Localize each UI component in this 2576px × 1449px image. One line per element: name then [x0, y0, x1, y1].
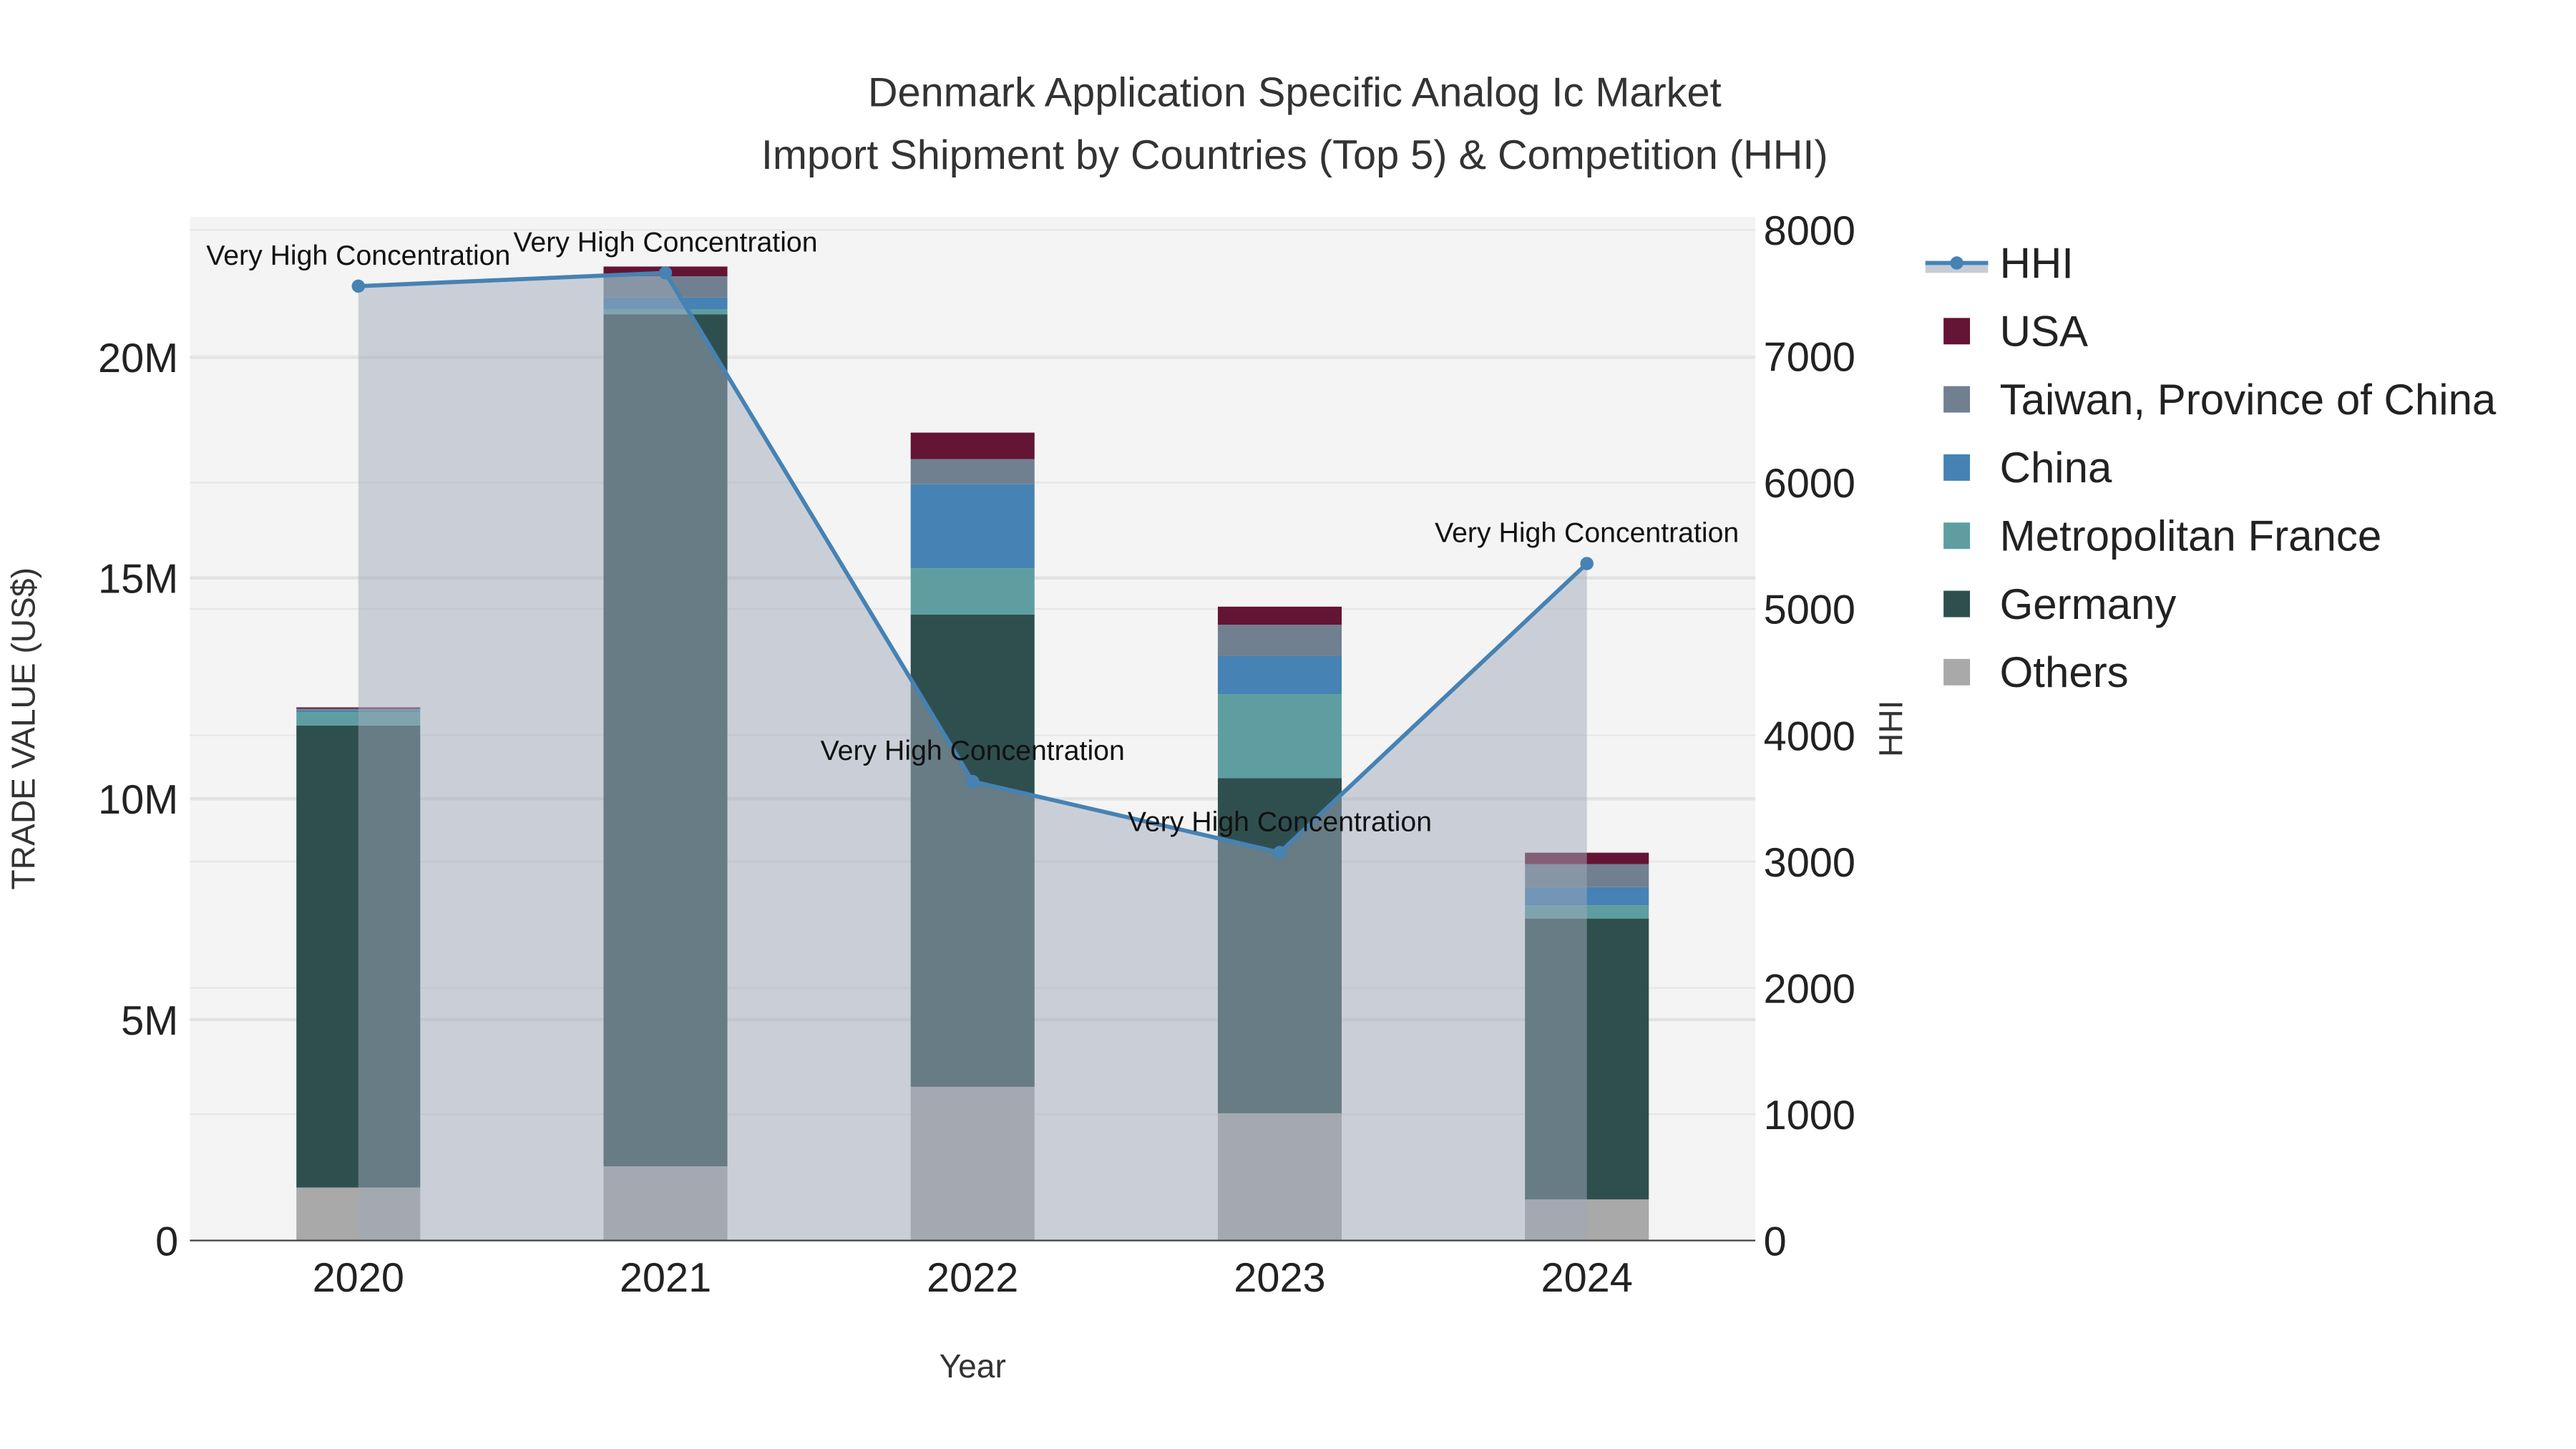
y-tick-label: 5M: [121, 998, 178, 1044]
bar-usa-2023: [1217, 606, 1342, 625]
y2-axis-title: HHI: [1872, 701, 1909, 757]
y2-tick-label: 1000: [1764, 1093, 1855, 1138]
hhi-annotation: Very High Concentration: [513, 226, 817, 258]
chart-title-line2: Import Shipment by Countries (Top 5) & C…: [761, 132, 1828, 178]
y2-tick-label: 2000: [1764, 966, 1855, 1012]
hhi-annotation: Very High Concentration: [206, 240, 510, 271]
bar-china-2023: [1217, 655, 1342, 695]
legend-swatch: [1943, 318, 1971, 345]
hhi-point-2023: [1273, 846, 1287, 859]
bar-taiwan-province-of-china-2023: [1217, 625, 1342, 656]
legend-swatch: [1943, 522, 1971, 550]
bar-taiwan-province-of-china-2022: [910, 459, 1035, 484]
bar-usa-2022: [910, 432, 1035, 459]
bar-metropolitan-france-2023: [1217, 694, 1342, 779]
hhi-point-2020: [351, 279, 365, 293]
y-axis-title: TRADE VALUE (US$): [4, 567, 42, 889]
legend-swatch: [1943, 590, 1971, 618]
hhi-annotation: Very High Concentration: [821, 735, 1125, 766]
hhi-point-2021: [658, 266, 673, 280]
y2-tick-label: 7000: [1764, 335, 1855, 381]
chart-title-line1: Denmark Application Specific Analog Ic M…: [868, 69, 1722, 115]
y2-tick-label: 0: [1764, 1219, 1787, 1264]
x-tick-label: 2022: [927, 1255, 1018, 1301]
legend-hhi-marker: [1950, 256, 1963, 270]
y2-tick-label: 4000: [1764, 713, 1855, 759]
hhi-annotation: Very High Concentration: [1128, 806, 1432, 837]
y2-tick-label: 8000: [1764, 208, 1855, 254]
legend-label: Taiwan, Province of China: [2000, 376, 2497, 424]
x-axis-title: Year: [940, 1347, 1006, 1385]
legend-label: China: [2000, 444, 2112, 492]
legend-label: HHI: [2000, 239, 2074, 287]
y-tick-label: 20M: [98, 336, 178, 381]
y-tick-label: 15M: [98, 556, 178, 602]
legend-swatch: [1943, 386, 1971, 413]
x-tick-label: 2020: [313, 1255, 404, 1301]
hhi-point-2022: [966, 774, 980, 789]
x-tick-label: 2024: [1541, 1255, 1633, 1301]
hhi-annotation: Very High Concentration: [1435, 517, 1739, 549]
legend: HHI USA Taiwan, Province of China China Metr…: [1925, 239, 2497, 696]
y-tick-label: 10M: [98, 777, 178, 823]
x-tick-label: 2021: [620, 1255, 711, 1301]
bar-china-2022: [910, 484, 1035, 569]
legend-label: Metropolitan France: [2000, 512, 2382, 560]
x-tick-label: 2023: [1234, 1255, 1325, 1301]
y2-tick-label: 3000: [1764, 840, 1855, 886]
legend-swatch: [1943, 658, 1971, 686]
legend-label: Others: [2000, 648, 2129, 696]
y2-tick-label: 5000: [1764, 587, 1855, 633]
bar-metropolitan-france-2022: [910, 568, 1035, 615]
chart: Very High Concentration Very High Concent…: [4, 69, 2497, 1385]
hhi-point-2024: [1580, 557, 1594, 570]
y-tick-label: 0: [155, 1219, 178, 1264]
legend-label: Germany: [2000, 580, 2177, 628]
legend-swatch: [1943, 454, 1971, 481]
legend-label: USA: [2000, 308, 2088, 356]
y2-tick-label: 6000: [1764, 461, 1855, 507]
